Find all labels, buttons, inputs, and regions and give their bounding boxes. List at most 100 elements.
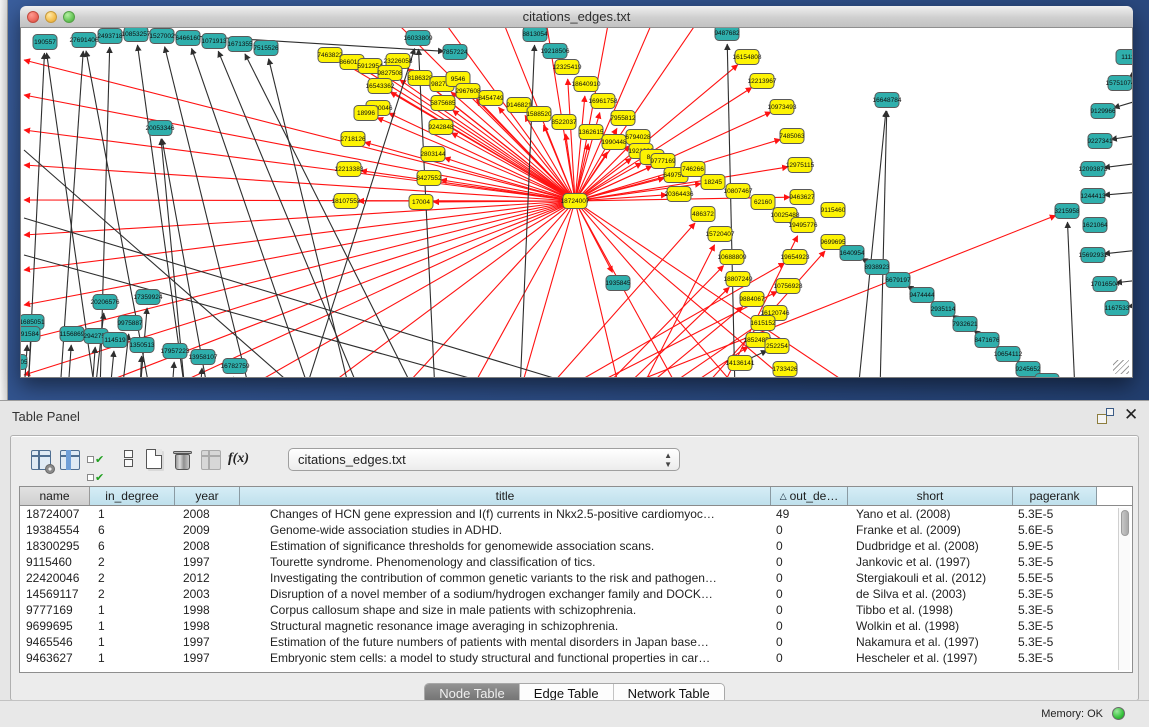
- scrollbar-thumb[interactable]: [1121, 510, 1129, 536]
- table-settings-icon[interactable]: [29, 448, 53, 472]
- graph-node[interactable]: 2718126: [340, 132, 366, 147]
- delete-column-icon[interactable]: [171, 448, 195, 472]
- function-builder-icon[interactable]: f(x): [228, 451, 252, 475]
- graph-node[interactable]: 3215958: [1054, 204, 1080, 219]
- graph-node[interactable]: 2935114: [931, 302, 956, 317]
- memory-status-icon[interactable]: [1112, 707, 1125, 720]
- graph-node[interactable]: 10973493: [768, 100, 797, 115]
- graph-node[interactable]: 1527002: [149, 29, 175, 44]
- graph-node[interactable]: 16033809: [404, 31, 433, 46]
- graph-node[interactable]: 19218506: [541, 44, 570, 59]
- checklist-icon[interactable]: ✔ ✔: [87, 450, 111, 474]
- vertical-scrollbar[interactable]: [1118, 508, 1130, 670]
- graph-node[interactable]: 18245: [701, 175, 725, 190]
- graph-node[interactable]: 92450: [1035, 374, 1059, 378]
- graph-node[interactable]: 8522037: [551, 115, 577, 130]
- graph-node[interactable]: 1588520: [526, 107, 552, 122]
- resize-grip-icon[interactable]: [1113, 360, 1129, 374]
- import-table-disabled-icon[interactable]: [199, 448, 223, 472]
- graph-node[interactable]: 17004: [409, 195, 433, 210]
- graph-node[interactable]: 9227341: [1087, 134, 1113, 149]
- graph-node[interactable]: 15720407: [706, 227, 735, 242]
- graph-node[interactable]: 252254: [765, 339, 789, 354]
- table-row[interactable]: 2242004622012Investigating the contribut…: [20, 570, 1132, 586]
- column-header-short[interactable]: short: [848, 487, 1013, 505]
- graph-node[interactable]: 8186328: [407, 71, 433, 86]
- graph-node[interactable]: 17359924: [134, 290, 163, 305]
- graph-node[interactable]: 1935845: [605, 276, 631, 291]
- column-header-year[interactable]: year: [175, 487, 240, 505]
- graph-node[interactable]: 9242848: [428, 120, 454, 135]
- graph-node[interactable]: 2803144: [420, 147, 446, 162]
- graph-node[interactable]: 19495776: [789, 218, 818, 233]
- graph-node[interactable]: 15751074: [1106, 76, 1132, 91]
- graph-node[interactable]: 391584: [21, 327, 40, 342]
- graph-node[interactable]: 114519: [103, 333, 127, 348]
- table-row[interactable]: 969969511998Structural magnetic resonanc…: [20, 618, 1132, 634]
- graph-node[interactable]: 16782759: [221, 359, 250, 374]
- graph-node[interactable]: 7485063: [779, 129, 805, 144]
- graph-node[interactable]: 16961758: [589, 94, 618, 109]
- graph-node[interactable]: 12325419: [553, 60, 582, 75]
- graph-node[interactable]: 10853257: [122, 28, 151, 42]
- graph-node[interactable]: 7857224: [442, 45, 468, 60]
- graph-node[interactable]: 8454749: [478, 91, 504, 106]
- graph-node[interactable]: 2967608: [455, 84, 481, 99]
- graph-node[interactable]: 20053346: [146, 121, 175, 136]
- column-header-name[interactable]: name: [20, 487, 90, 505]
- table-row[interactable]: 1830029562008Estimation of significance …: [20, 538, 1132, 554]
- graph-node[interactable]: 6466160: [175, 31, 201, 46]
- graph-node[interactable]: 1990448: [601, 135, 627, 150]
- table-row[interactable]: 946554611997Estimation of the future num…: [20, 634, 1132, 650]
- column-header-pagerank[interactable]: pagerank: [1013, 487, 1097, 505]
- column-select-icon[interactable]: [58, 448, 82, 472]
- table-chooser-dropdown[interactable]: citations_edges.txt ▲▼: [288, 448, 680, 471]
- graph-node[interactable]: 1071913: [201, 34, 227, 49]
- rows-icon[interactable]: [116, 449, 140, 473]
- graph-node[interactable]: 9487682: [714, 28, 740, 41]
- graph-node[interactable]: 1156869: [60, 327, 85, 342]
- graph-node[interactable]: 9474444: [909, 288, 935, 303]
- graph-node[interactable]: 1112: [1116, 50, 1132, 65]
- graph-node[interactable]: 16543362: [366, 79, 395, 94]
- graph-node[interactable]: 18107552: [332, 194, 361, 209]
- graph-node[interactable]: 20364436: [665, 187, 694, 202]
- graph-node[interactable]: 486372: [691, 207, 715, 222]
- graph-node[interactable]: 5875685: [430, 96, 456, 111]
- graph-node[interactable]: 12213383: [335, 162, 364, 177]
- graph-node[interactable]: 18640910: [572, 77, 601, 92]
- graph-node[interactable]: 8471676: [974, 333, 1000, 348]
- graph-node[interactable]: 10654112: [994, 347, 1023, 362]
- graph-node[interactable]: 9129966: [1090, 104, 1116, 119]
- table-row[interactable]: 977716911998Corpus callosum shape and si…: [20, 602, 1132, 618]
- graph-node[interactable]: 2493718: [97, 29, 123, 44]
- table-row[interactable]: 946362711997Embryonic stem cells: a mode…: [20, 650, 1132, 666]
- graph-node[interactable]: 8813054: [522, 28, 548, 42]
- graph-node[interactable]: 1615152: [750, 316, 776, 331]
- table-row[interactable]: 1872400712008Changes of HCN gene express…: [20, 506, 1132, 522]
- graph-node[interactable]: 1167533: [1105, 301, 1130, 316]
- table-row[interactable]: 1456911722003Disruption of a novel membe…: [20, 586, 1132, 602]
- graph-node[interactable]: 1621064: [1082, 218, 1108, 233]
- citation-network-graph[interactable]: 1905572769140624937181085325715270026466…: [21, 28, 1132, 377]
- graph-node[interactable]: 190557: [33, 35, 57, 50]
- graph-node[interactable]: 9884067: [739, 292, 765, 307]
- graph-node[interactable]: 9975887: [117, 316, 143, 331]
- graph-node[interactable]: 17016504: [1091, 277, 1120, 292]
- graph-node[interactable]: 18996: [354, 106, 378, 121]
- graph-node[interactable]: 18807249: [724, 272, 753, 287]
- graph-node[interactable]: 10688809: [718, 250, 747, 265]
- close-panel-icon[interactable]: ✕: [1124, 406, 1138, 423]
- graph-node[interactable]: 19654923: [781, 250, 810, 265]
- table-row[interactable]: 1938455462009Genome-wide association stu…: [20, 522, 1132, 538]
- graph-node[interactable]: 16154808: [733, 50, 762, 65]
- column-header-title[interactable]: title: [240, 487, 771, 505]
- graph-node[interactable]: 6794028: [625, 130, 651, 145]
- window-titlebar[interactable]: citations_edges.txt: [20, 6, 1133, 28]
- graph-node[interactable]: 1671355: [227, 37, 253, 52]
- graph-node[interactable]: 1640954: [839, 246, 865, 261]
- graph-node[interactable]: 9463627: [789, 190, 815, 205]
- graph-node[interactable]: 1244413: [1080, 189, 1106, 204]
- graph-node[interactable]: 7955812: [610, 111, 636, 126]
- graph-node[interactable]: 17957223: [161, 344, 190, 359]
